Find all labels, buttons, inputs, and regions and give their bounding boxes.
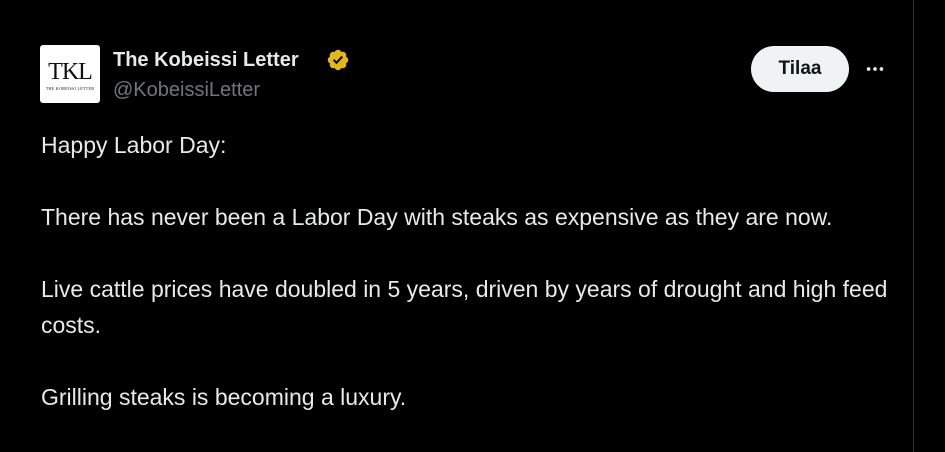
avatar-logo-text: TKL	[48, 59, 93, 85]
more-horizontal-icon	[866, 67, 884, 71]
more-options-button[interactable]	[858, 52, 892, 86]
avatar[interactable]: TKL THE KOBEISSI LETTER	[40, 45, 100, 103]
subscribe-button[interactable]: Tilaa	[751, 46, 849, 92]
tweet-paragraph: There has never been a Labor Day with st…	[41, 204, 833, 230]
avatar-logo-subtitle: THE KOBEISSI LETTER	[45, 86, 95, 91]
author-name[interactable]: The Kobeissi Letter	[113, 47, 299, 73]
tweet-paragraph: Happy Labor Day:	[41, 132, 227, 158]
tweet-text: Happy Labor Day: There has never been a …	[41, 127, 901, 451]
tweet-paragraph: Live cattle prices have doubled in 5 yea…	[41, 276, 888, 338]
timeline-border	[913, 0, 914, 452]
tweet-paragraph: Grilling steaks is becoming a luxury.	[41, 384, 407, 410]
author-handle[interactable]: @KobeissiLetter	[113, 77, 260, 103]
verified-badge-icon	[327, 49, 349, 71]
